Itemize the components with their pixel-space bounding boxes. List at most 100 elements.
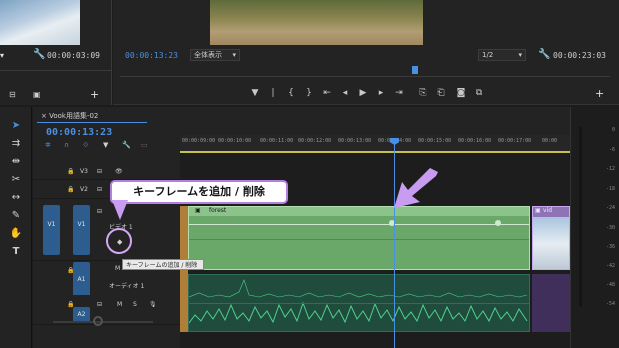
highlight-circle <box>106 228 132 254</box>
sequence-tab[interactable]: × Vook用語集-02 <box>41 111 98 121</box>
brace-left-icon[interactable]: { <box>284 88 298 98</box>
clip-vid[interactable]: ▣ vid <box>532 206 570 270</box>
in-point-icon[interactable]: | <box>266 88 280 98</box>
transport-bar: ▼ | { } ⇤ ◂ ▶ ▸ ⇥ ⎘ ⎗ ◙ ⧉ <box>248 88 518 100</box>
meter-label: -18 <box>605 186 615 192</box>
chevron-down-icon: ▾ <box>232 51 236 59</box>
audio-meter: 0 -6 -12 -18 -24 -30 -36 -42 -48 -54 <box>570 107 619 348</box>
mute-label[interactable]: M <box>115 265 120 272</box>
meter-label: -24 <box>605 205 615 211</box>
source-dropdown-arrow[interactable]: ▾ <box>0 51 4 60</box>
meter-label: -36 <box>605 244 615 250</box>
resolution-dropdown[interactable]: 1/2 ▾ <box>478 49 526 61</box>
add-icon[interactable]: + <box>90 88 99 101</box>
slip-icon[interactable]: ↔ <box>9 191 23 205</box>
track-header-v1: V1 V1 ⊟ ビデオ 1 ◆ <box>33 205 180 261</box>
microphone-icon[interactable]: 🎙 <box>149 301 157 308</box>
track-header-v3: 🔒 V3 ⊟ 👁 <box>33 164 180 180</box>
zoom-handle[interactable] <box>93 316 103 326</box>
nest-icon[interactable]: ✲ <box>45 141 51 149</box>
callout-pointer <box>112 200 128 220</box>
meter-label: 0 <box>611 127 615 133</box>
solo-label[interactable]: S <box>133 301 137 308</box>
source-patch-v1[interactable]: V1 <box>43 205 60 255</box>
clip-audio[interactable] <box>188 274 530 332</box>
sync-icon[interactable]: ⊟ <box>97 301 102 308</box>
wrench-icon[interactable]: 🔧 <box>33 49 45 60</box>
tab-underline <box>37 122 147 123</box>
ruler-tick: 00:00:17:00 <box>498 138 532 144</box>
type-icon[interactable]: T <box>9 245 23 259</box>
lift-icon[interactable]: ⎘ <box>416 88 430 98</box>
zoom-dropdown[interactable]: 全体表示 ▾ <box>190 49 240 61</box>
clip-forest[interactable]: ▣ forest <box>188 206 530 270</box>
track-target-v1[interactable]: V1 <box>73 205 90 255</box>
insert-icon[interactable]: ⊟ <box>9 90 16 99</box>
source-ruler <box>0 70 112 71</box>
arrow-pointer-icon <box>394 168 438 208</box>
program-playhead[interactable] <box>412 66 418 74</box>
source-monitor: ▾ 🔧 00:00:03:09 ⊟ ▣ + <box>0 0 112 105</box>
vertical-zoom-scrollbar[interactable] <box>53 321 153 323</box>
linked-icon[interactable]: ⟐ <box>83 141 89 150</box>
meter-bar <box>579 127 582 307</box>
meter-label: -42 <box>605 263 615 269</box>
ruler-tick: 00:00:16:00 <box>458 138 492 144</box>
clip-audio-vid[interactable] <box>532 274 570 332</box>
marker-icon[interactable]: ▼ <box>103 141 108 149</box>
zoom-value: 全体表示 <box>194 51 222 59</box>
keyframe[interactable] <box>495 220 501 226</box>
captions-icon[interactable]: ▭ <box>141 141 148 149</box>
marker-icon[interactable]: ▼ <box>248 88 262 98</box>
sync-icon[interactable]: ⊟ <box>97 186 102 193</box>
sync-icon[interactable]: ⊟ <box>97 208 102 215</box>
track-select-icon[interactable]: ⇉ <box>9 137 23 151</box>
source-timecode: 00:00:03:09 <box>47 51 100 60</box>
timeline-timecode[interactable]: 00:00:13:23 <box>46 127 112 138</box>
razor-icon[interactable]: ✂ <box>9 173 23 187</box>
goto-in-icon[interactable]: ⇤ <box>320 88 334 98</box>
program-timecode-current[interactable]: 00:00:13:23 <box>125 51 178 60</box>
ruler-tick: 00:00:12:00 <box>298 138 332 144</box>
camera-icon[interactable]: ▣ <box>33 90 41 99</box>
lock-icon[interactable]: 🔒 <box>67 168 74 175</box>
clip-divider <box>189 239 529 240</box>
selection-tool-icon[interactable]: ➤ <box>9 119 23 133</box>
opacity-line[interactable] <box>189 224 529 225</box>
settings-icon[interactable]: 🔧 <box>122 141 131 149</box>
tooltip: キーフレームの追加 / 削除 <box>122 259 204 270</box>
step-back-icon[interactable]: ◂ <box>338 88 352 98</box>
compare-icon[interactable]: ⧉ <box>472 88 486 98</box>
program-timecode-total: 00:00:23:03 <box>553 51 606 60</box>
export-frame-icon[interactable]: ◙ <box>454 88 468 98</box>
clip-name: forest <box>209 207 227 214</box>
meter-label: -54 <box>605 301 615 307</box>
play-icon[interactable]: ▶ <box>356 88 370 98</box>
program-ruler[interactable] <box>120 76 610 77</box>
timeline-tools-row: ✲ ∩ ⟐ ▼ 🔧 ▭ <box>45 141 155 151</box>
ripple-edit-icon[interactable]: ⇹ <box>9 155 23 169</box>
sync-icon[interactable]: ⊟ <box>97 168 102 175</box>
track-label: V2 <box>80 186 88 193</box>
pen-icon[interactable]: ✎ <box>9 209 23 223</box>
meter-label: -30 <box>605 225 615 231</box>
brace-right-icon[interactable]: } <box>302 88 316 98</box>
hand-icon[interactable]: ✋ <box>9 227 23 241</box>
close-icon[interactable]: × <box>41 112 49 120</box>
snap-icon[interactable]: ∩ <box>64 141 69 149</box>
step-forward-icon[interactable]: ▸ <box>374 88 388 98</box>
goto-out-icon[interactable]: ⇥ <box>392 88 406 98</box>
eye-icon[interactable]: 👁 <box>115 168 123 175</box>
wrench-icon[interactable]: 🔧 <box>538 49 550 60</box>
ruler-tick: 00:00:10:00 <box>218 138 252 144</box>
resolution-value: 1/2 <box>482 51 494 59</box>
source-monitor-video <box>0 0 80 45</box>
mute-label[interactable]: M <box>117 301 122 308</box>
meter-label: -12 <box>605 166 615 172</box>
extract-icon[interactable]: ⎗ <box>434 88 448 98</box>
track-name: オーディオ 1 <box>109 283 145 290</box>
meter-label: -6 <box>608 147 615 153</box>
lock-icon[interactable]: 🔒 <box>67 186 74 193</box>
sequence-name: Vook用語集-02 <box>49 112 99 120</box>
add-icon[interactable]: + <box>595 87 604 100</box>
